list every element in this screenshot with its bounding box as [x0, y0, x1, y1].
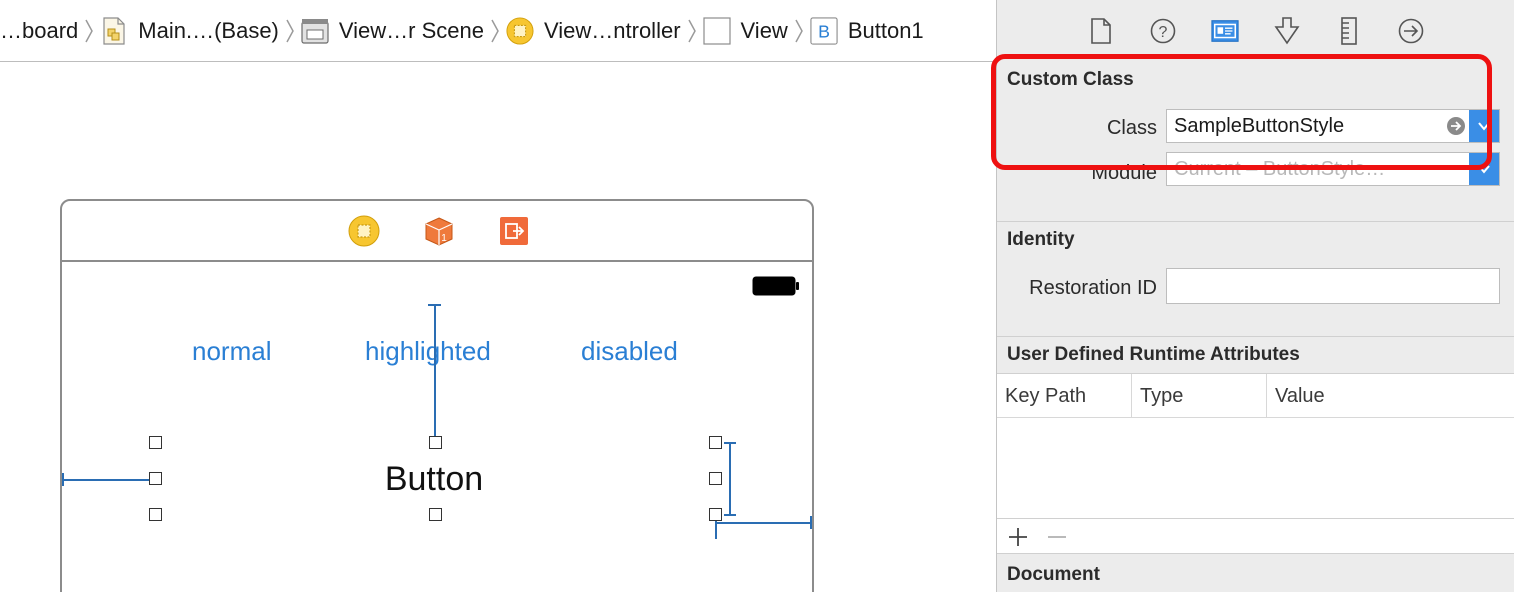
breadcrumb-label: View…r Scene — [338, 17, 484, 43]
column-header-type[interactable]: Type — [1132, 374, 1267, 418]
document-section: Document — [997, 554, 1514, 592]
chevron-right-icon — [788, 0, 810, 61]
column-header-value[interactable]: Value — [1267, 374, 1514, 418]
constraint-cap — [428, 304, 441, 306]
identity-section: Identity Restoration ID — [997, 221, 1514, 336]
section-title: Identity — [1007, 229, 1075, 250]
chevron-right-icon — [78, 0, 100, 61]
view-controller-icon — [506, 16, 534, 45]
section-title: User Defined Runtime Attributes — [1007, 344, 1300, 365]
breadcrumb-item-view[interactable]: View — [702, 0, 788, 61]
button1[interactable]: Button — [384, 460, 484, 499]
top-constraint-guide[interactable] — [434, 304, 436, 442]
minus-icon — [1048, 536, 1066, 538]
quick-help-icon[interactable]: ? — [1149, 17, 1177, 45]
disabled-label[interactable]: disabled — [581, 336, 678, 367]
breadcrumb-label: …board — [0, 17, 79, 43]
button-icon: B — [810, 16, 838, 45]
breadcrumb-label: Main.…(Base) — [138, 17, 279, 43]
breadcrumb-item-main-storyboard[interactable]: Main.…(Base) — [100, 0, 279, 61]
breadcrumb-label: View…ntroller — [543, 17, 681, 43]
breadcrumb-label: View — [740, 17, 788, 43]
plus-icon — [1009, 528, 1027, 546]
resize-handle[interactable] — [149, 472, 162, 485]
resize-handle[interactable] — [709, 508, 722, 521]
storyboard-canvas[interactable]: 1 normal highlighted disabled Button — [0, 62, 996, 592]
resize-handle[interactable] — [149, 508, 162, 521]
chevron-right-icon — [681, 0, 703, 61]
add-attribute-button[interactable] — [1006, 525, 1030, 549]
chevron-right-icon — [279, 0, 301, 61]
file-inspector-icon[interactable] — [1087, 17, 1115, 45]
scene-frame[interactable]: 1 normal highlighted disabled Button — [60, 199, 814, 592]
svg-text:?: ? — [1159, 24, 1168, 41]
runtime-attributes-section: User Defined Runtime Attributes — [997, 336, 1514, 373]
breadcrumb-item-scene[interactable]: View…r Scene — [301, 0, 484, 61]
battery-icon — [752, 275, 800, 297]
constraint-cap — [724, 442, 736, 444]
view-canvas[interactable]: normal highlighted disabled Button — [62, 264, 812, 592]
attributes-inspector-icon[interactable] — [1273, 17, 1301, 45]
height-constraint-guide[interactable] — [729, 442, 731, 514]
chevron-right-icon — [484, 0, 506, 61]
breadcrumb-item-button[interactable]: B Button1 — [810, 0, 924, 61]
resize-handle[interactable] — [429, 508, 442, 521]
table-header: Key Path Type Value — [997, 374, 1514, 418]
constraint-cap — [724, 514, 736, 516]
section-title: Document — [1007, 564, 1100, 585]
column-header-key-path[interactable]: Key Path — [997, 374, 1132, 418]
resize-handle[interactable] — [709, 472, 722, 485]
constraint-cap — [810, 516, 812, 529]
inspector-tab-bar: ? — [997, 0, 1514, 62]
restoration-id-field[interactable] — [1166, 268, 1500, 304]
scene-icon — [301, 17, 329, 45]
svg-text:B: B — [818, 21, 830, 41]
highlight-annotation — [991, 54, 1492, 170]
resize-handle[interactable] — [429, 436, 442, 449]
exit-icon[interactable] — [498, 215, 530, 247]
breadcrumb-item-storyboard[interactable]: …board — [0, 0, 79, 61]
trailing-constraint-guide[interactable] — [715, 522, 811, 524]
runtime-attributes-table[interactable]: Key Path Type Value — [997, 373, 1514, 519]
view-controller-icon[interactable] — [348, 215, 380, 247]
view-icon — [702, 16, 731, 45]
constraint-cap — [62, 473, 64, 486]
storyboard-file-icon — [100, 16, 128, 45]
breadcrumb-item-view-controller[interactable]: View…ntroller — [506, 0, 681, 61]
normal-label[interactable]: normal — [192, 336, 271, 367]
breadcrumb-label: Button1 — [847, 17, 924, 43]
highlighted-label[interactable]: highlighted — [365, 336, 491, 367]
resize-handle[interactable] — [709, 436, 722, 449]
breadcrumb: …board Main.…(Base) View…r Scene View…nt… — [0, 0, 996, 62]
first-responder-icon[interactable]: 1 — [423, 215, 455, 247]
restoration-id-label: Restoration ID — [1029, 277, 1157, 299]
remove-attribute-button[interactable] — [1045, 525, 1069, 549]
leading-constraint-guide[interactable] — [62, 479, 156, 481]
svg-text:1: 1 — [441, 233, 447, 244]
size-inspector-icon[interactable] — [1335, 17, 1363, 45]
connections-inspector-icon[interactable] — [1397, 17, 1425, 45]
resize-handle[interactable] — [149, 436, 162, 449]
table-controls — [997, 519, 1514, 554]
identity-inspector-icon[interactable] — [1211, 17, 1239, 45]
scene-dock: 1 — [62, 201, 812, 262]
